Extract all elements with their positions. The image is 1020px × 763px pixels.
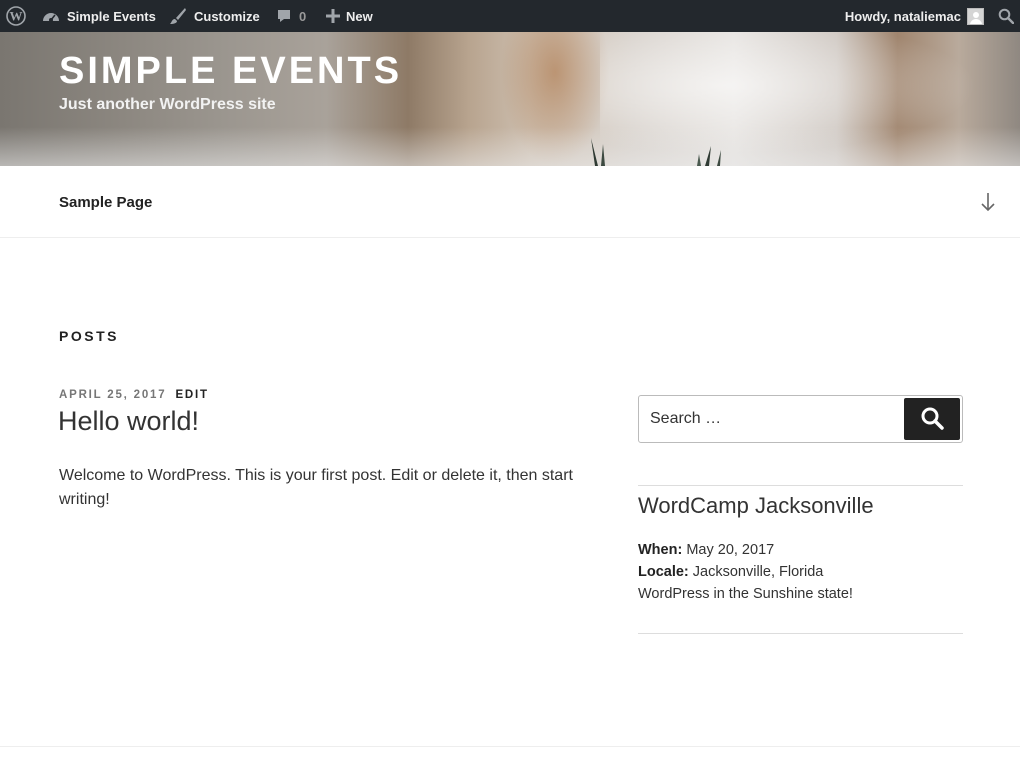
search-form bbox=[638, 395, 963, 443]
event-locale: Locale: Jacksonville, Florida bbox=[638, 561, 853, 583]
event-locale-value: Jacksonville, Florida bbox=[692, 564, 824, 580]
comment-icon bbox=[276, 8, 292, 24]
plant-image bbox=[591, 138, 721, 166]
site-name-label: Simple Events bbox=[67, 8, 156, 24]
event-title: WordCamp Jacksonville bbox=[638, 493, 874, 518]
account-menu[interactable]: Howdy, nataliemac bbox=[845, 0, 984, 32]
site-header: SIMPLE EVENTS Just another WordPress sit… bbox=[0, 32, 1020, 166]
nav-item-sample-page[interactable]: Sample Page bbox=[59, 194, 152, 211]
event-locale-label: Locale: bbox=[638, 564, 689, 580]
howdy-label: Howdy, nataliemac bbox=[844, 8, 961, 24]
comments-link[interactable]: 0 bbox=[276, 0, 306, 32]
admin-bar: W Simple Events Customize 0 New Howdy, n… bbox=[0, 0, 1020, 32]
search-icon bbox=[920, 406, 944, 433]
arrow-down-icon[interactable] bbox=[980, 192, 996, 217]
page-title: POSTS bbox=[59, 328, 119, 344]
wordpress-menu[interactable]: W bbox=[6, 0, 28, 32]
event-when-value: May 20, 2017 bbox=[686, 542, 775, 558]
admin-search-button[interactable] bbox=[998, 0, 1014, 32]
post-edit-link[interactable]: EDIT bbox=[175, 389, 208, 401]
customize-label: Customize bbox=[194, 8, 260, 24]
header-image-floor bbox=[0, 127, 1020, 166]
plus-icon bbox=[326, 9, 340, 23]
wordpress-logo-icon: W bbox=[6, 6, 26, 26]
new-content-link[interactable]: New bbox=[326, 0, 373, 32]
search-icon bbox=[998, 8, 1014, 24]
new-label: New bbox=[346, 8, 373, 24]
footer-divider bbox=[0, 746, 1020, 747]
post-date-link[interactable]: APRIL 25, 2017 bbox=[59, 389, 166, 401]
event-when-label: When: bbox=[638, 542, 683, 558]
search-button[interactable] bbox=[904, 398, 960, 440]
comments-count: 0 bbox=[299, 8, 307, 24]
post-excerpt: Welcome to WordPress. This is your first… bbox=[59, 467, 573, 508]
search-input[interactable] bbox=[650, 410, 900, 428]
site-title[interactable]: SIMPLE EVENTS bbox=[59, 50, 402, 93]
avatar-icon bbox=[967, 7, 984, 25]
post-meta: APRIL 25, 2017 EDIT bbox=[59, 389, 209, 401]
widget-divider bbox=[638, 633, 963, 634]
brush-icon bbox=[169, 7, 187, 25]
event-when: When: May 20, 2017 bbox=[638, 539, 853, 561]
site-name-link[interactable]: Simple Events bbox=[42, 0, 156, 32]
post-title-link[interactable]: Hello world! bbox=[58, 406, 199, 437]
site-description: Just another WordPress site bbox=[59, 96, 276, 113]
widget-divider bbox=[638, 485, 963, 486]
customize-link[interactable]: Customize bbox=[169, 0, 260, 32]
event-details: When: May 20, 2017 Locale: Jacksonville,… bbox=[638, 539, 853, 605]
dashboard-icon bbox=[42, 8, 60, 24]
main-navigation: Sample Page bbox=[0, 166, 1020, 238]
svg-text:W: W bbox=[10, 9, 23, 24]
event-description: WordPress in the Sunshine state! bbox=[638, 586, 853, 602]
